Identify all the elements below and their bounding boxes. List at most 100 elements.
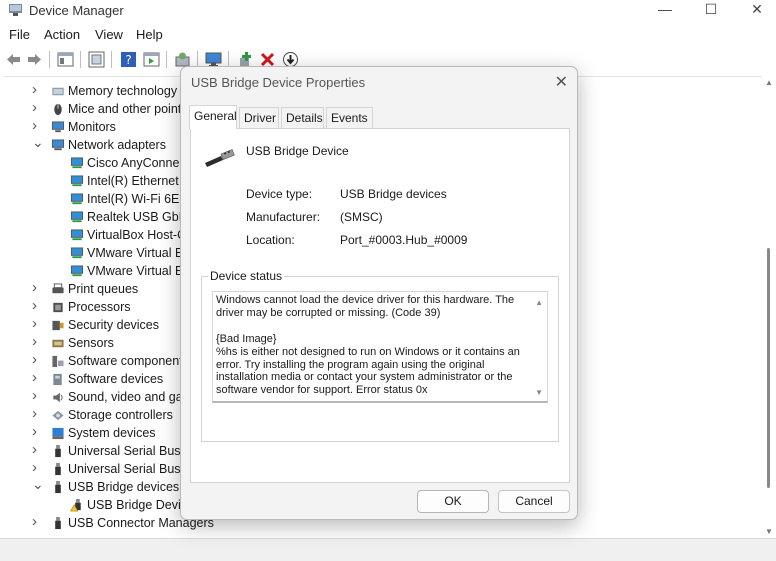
chevron-right-icon[interactable]: › [32, 459, 42, 476]
chevron-right-icon[interactable]: › [32, 423, 42, 440]
usb-device-icon [205, 149, 235, 167]
usb-icon [55, 481, 61, 494]
manufacturer-label: Manufacturer: [246, 210, 321, 224]
tree-item[interactable]: VMware Virtual Et [4, 245, 204, 263]
cancel-button[interactable]: Cancel [498, 490, 570, 513]
tree-item[interactable]: Realtek USB GbE F [4, 209, 204, 227]
update-driver-icon[interactable] [88, 51, 105, 68]
ok-button[interactable]: OK [417, 490, 489, 513]
properties-icon[interactable] [57, 51, 74, 68]
tree-item-label: Cisco AnyConnec [87, 156, 186, 170]
sensor-icon [52, 339, 64, 348]
forward-icon[interactable] [26, 51, 43, 68]
software-device-icon [53, 373, 62, 386]
window-title: Device Manager [29, 3, 124, 18]
status-scroll-up-icon[interactable]: ▲ [535, 298, 543, 307]
tree-item-label: Processors [68, 300, 131, 314]
chevron-right-icon[interactable]: › [32, 117, 42, 134]
title-bar: Device Manager — ☐ ✕ [0, 0, 776, 22]
device-status-text: Windows cannot load the device driver fo… [216, 294, 520, 397]
tab-details[interactable]: Details [281, 107, 324, 128]
tree-item[interactable]: Intel(R) Ethernet C [4, 173, 204, 191]
tree-item-label: VirtualBox Host-C [87, 228, 187, 242]
properties-sheet-icon[interactable] [143, 51, 160, 68]
storage-icon [52, 410, 64, 421]
tree-item[interactable]: VirtualBox Host-C [4, 227, 204, 245]
memory-icon [52, 87, 64, 96]
network-adapter-icon [70, 157, 84, 169]
network-adapter-icon [70, 247, 84, 259]
chevron-right-icon[interactable]: › [32, 369, 42, 386]
tree-item[interactable]: ⌄ Network adapters [4, 134, 204, 155]
help-icon[interactable]: ? [120, 51, 137, 68]
speaker-icon [53, 392, 63, 403]
maximize-button[interactable]: ☐ [688, 0, 734, 20]
tree-item[interactable]: Cisco AnyConnec [4, 155, 204, 173]
toolbar-separator [49, 51, 50, 68]
chevron-right-icon[interactable]: › [32, 279, 42, 296]
usb-icon [55, 517, 61, 530]
chevron-right-icon[interactable]: › [32, 315, 42, 332]
menu-action[interactable]: Action [44, 27, 80, 42]
tab-events[interactable]: Events [326, 107, 373, 128]
chevron-right-icon[interactable]: › [32, 513, 42, 530]
usb-icon [55, 445, 61, 458]
network-adapter-icon [70, 229, 84, 241]
device-type-value: USB Bridge devices [340, 187, 447, 201]
monitor-icon [51, 121, 65, 133]
tree-scrollbar[interactable]: ▲ ▼ [762, 76, 776, 538]
chevron-right-icon[interactable]: › [32, 81, 42, 98]
tree-item-label: Storage controllers [68, 408, 173, 422]
tree-item-label: Memory technology [68, 84, 178, 98]
tab-general[interactable]: General [189, 105, 237, 129]
usb-icon [55, 463, 61, 476]
scroll-thumb[interactable] [767, 248, 770, 488]
status-scroll-down-icon[interactable]: ▼ [535, 388, 543, 397]
scroll-down-icon[interactable]: ▼ [765, 527, 773, 536]
network-adapter-icon [70, 193, 84, 205]
minimize-button[interactable]: — [642, 0, 688, 20]
device-type-label: Device type: [246, 187, 313, 201]
menu-help[interactable]: Help [136, 27, 163, 42]
tree-item-label: Mice and other point [68, 102, 182, 116]
tab-driver[interactable]: Driver [239, 107, 279, 128]
tree-item-label: VMware Virtual Et [87, 264, 187, 278]
printer-icon [52, 283, 64, 294]
tree-item-label: USB Bridge devices [68, 480, 180, 494]
location-label: Location: [246, 233, 295, 247]
tree-item[interactable]: › USB Connector Managers [4, 513, 214, 533]
tree-item[interactable]: ⌄ USB Bridge devices [4, 476, 204, 497]
device-status-group: Device status Windows cannot load the de… [201, 269, 559, 442]
tree-item-label: Software devices [68, 372, 164, 386]
scroll-up-icon[interactable]: ▲ [765, 78, 773, 87]
tree-item[interactable]: Intel(R) Wi-Fi 6E A [4, 191, 204, 209]
chevron-right-icon[interactable]: › [32, 297, 42, 314]
chevron-down-icon[interactable]: ⌄ [32, 134, 44, 151]
chevron-right-icon[interactable]: › [32, 441, 42, 458]
network-adapter-icon [70, 211, 84, 223]
back-icon[interactable] [5, 51, 22, 68]
chevron-right-icon[interactable]: › [32, 405, 42, 422]
chevron-right-icon[interactable]: › [32, 351, 42, 368]
close-button[interactable]: ✕ [734, 0, 776, 20]
chevron-down-icon[interactable]: ⌄ [32, 476, 44, 493]
tree-item-label: Sound, video and gar [68, 390, 187, 404]
properties-dialog: USB Bridge Device Properties ✕ General D… [180, 66, 578, 520]
system-icon [52, 427, 64, 440]
network-icon [51, 139, 65, 151]
tree-item-label: Monitors [68, 120, 116, 134]
chevron-right-icon[interactable]: › [32, 99, 42, 116]
dialog-close-button[interactable]: ✕ [555, 72, 568, 92]
chevron-right-icon[interactable]: › [32, 333, 42, 350]
mouse-icon [54, 103, 62, 116]
menu-file[interactable]: File [9, 27, 30, 42]
general-tab-panel: USB Bridge Device Device type: USB Bridg… [190, 128, 570, 483]
device-status-title: Device status [208, 269, 285, 283]
toolbar-separator [111, 51, 112, 68]
chevron-right-icon[interactable]: › [32, 387, 42, 404]
menu-view[interactable]: View [95, 27, 123, 42]
device-status-textbox[interactable]: Windows cannot load the device driver fo… [212, 291, 548, 403]
toolbar-separator [80, 51, 81, 68]
menu-bar: File Action View Help [0, 24, 776, 46]
tree-item-label: Sensors [68, 336, 114, 350]
